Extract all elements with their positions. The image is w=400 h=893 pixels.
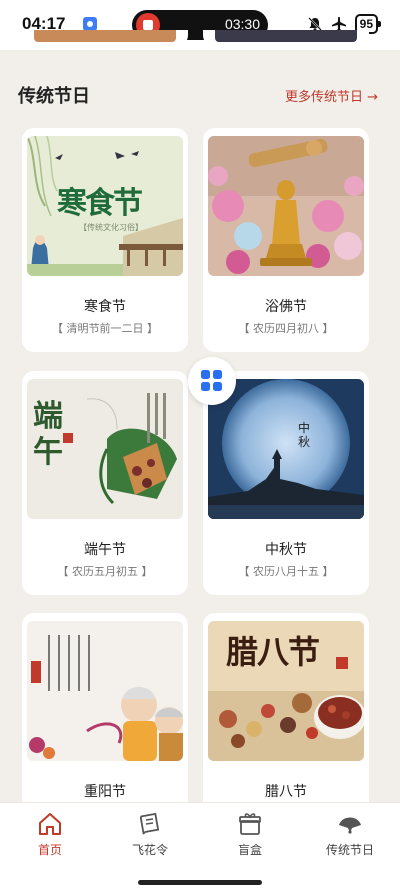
festival-image: 端午 (27, 379, 183, 519)
fan-icon (339, 817, 361, 834)
festival-image-title: 端午 (33, 399, 63, 470)
festival-name: 腊八节 (265, 784, 307, 800)
nav-festivals[interactable]: 传统节日 (300, 811, 400, 863)
festival-image-title: 中秋 (298, 421, 311, 449)
nav-label: 飞花令 (131, 843, 168, 857)
nav-label: 盲盒 (237, 843, 262, 857)
festival-name: 寒食节 (84, 299, 126, 315)
festival-name: 中秋节 (265, 542, 307, 558)
nav-label: 首页 (37, 843, 62, 857)
nav-label: 传统节日 (325, 843, 374, 857)
festival-card-hanshi[interactable]: 寒食节 【传统文化习俗】 寒食节 【 清明节前一二日 】 (22, 128, 188, 352)
section-title: 传统节日 (18, 86, 90, 107)
festival-image: 腊八节 (208, 621, 364, 761)
nav-mystery-box[interactable]: 盲盒 (200, 811, 300, 863)
festival-image-title: 寒食节 (57, 186, 143, 221)
apps-grid-button[interactable] (188, 357, 236, 405)
festival-image-title: 腊八节 (226, 633, 320, 671)
previous-card-peek (22, 30, 188, 47)
festival-image: 寒食节 【传统文化习俗】 (27, 136, 183, 276)
home-icon (39, 813, 61, 835)
festival-card-duanwu[interactable]: 端午 端午节 【 农历五月初五 】 (22, 371, 188, 595)
festival-name: 浴佛节 (265, 299, 307, 315)
festival-name: 端午节 (84, 542, 126, 558)
festival-card-yufo[interactable]: 浴佛节 【 农历四月初八 】 (203, 128, 369, 352)
festival-image (27, 621, 183, 761)
festival-date: 【 农历五月初五 】 (57, 565, 153, 578)
festival-image-subtitle: 【传统文化习俗】 (79, 223, 143, 232)
festival-date: 【 农历八月十五 】 (238, 565, 334, 578)
festival-date: 【 清明节前一二日 】 (52, 322, 158, 335)
nav-feihualing[interactable]: 飞花令 (100, 811, 200, 863)
festival-image: 中秋 (208, 379, 364, 519)
nav-home[interactable]: 首页 (0, 811, 100, 863)
festival-date: 【 农历四月初八 】 (238, 322, 334, 335)
home-indicator (138, 880, 262, 885)
previous-card-peek (203, 30, 369, 47)
festival-image (208, 136, 364, 276)
app-badge-icon (83, 17, 97, 31)
book-icon (139, 812, 160, 835)
festival-card-zhongqiu[interactable]: 中秋 中秋节 【 农历八月十五 】 (203, 371, 369, 595)
gift-box-icon (239, 813, 261, 835)
more-festivals-link[interactable]: 更多传统节日 → (285, 86, 378, 105)
festival-name: 重阳节 (84, 784, 126, 800)
